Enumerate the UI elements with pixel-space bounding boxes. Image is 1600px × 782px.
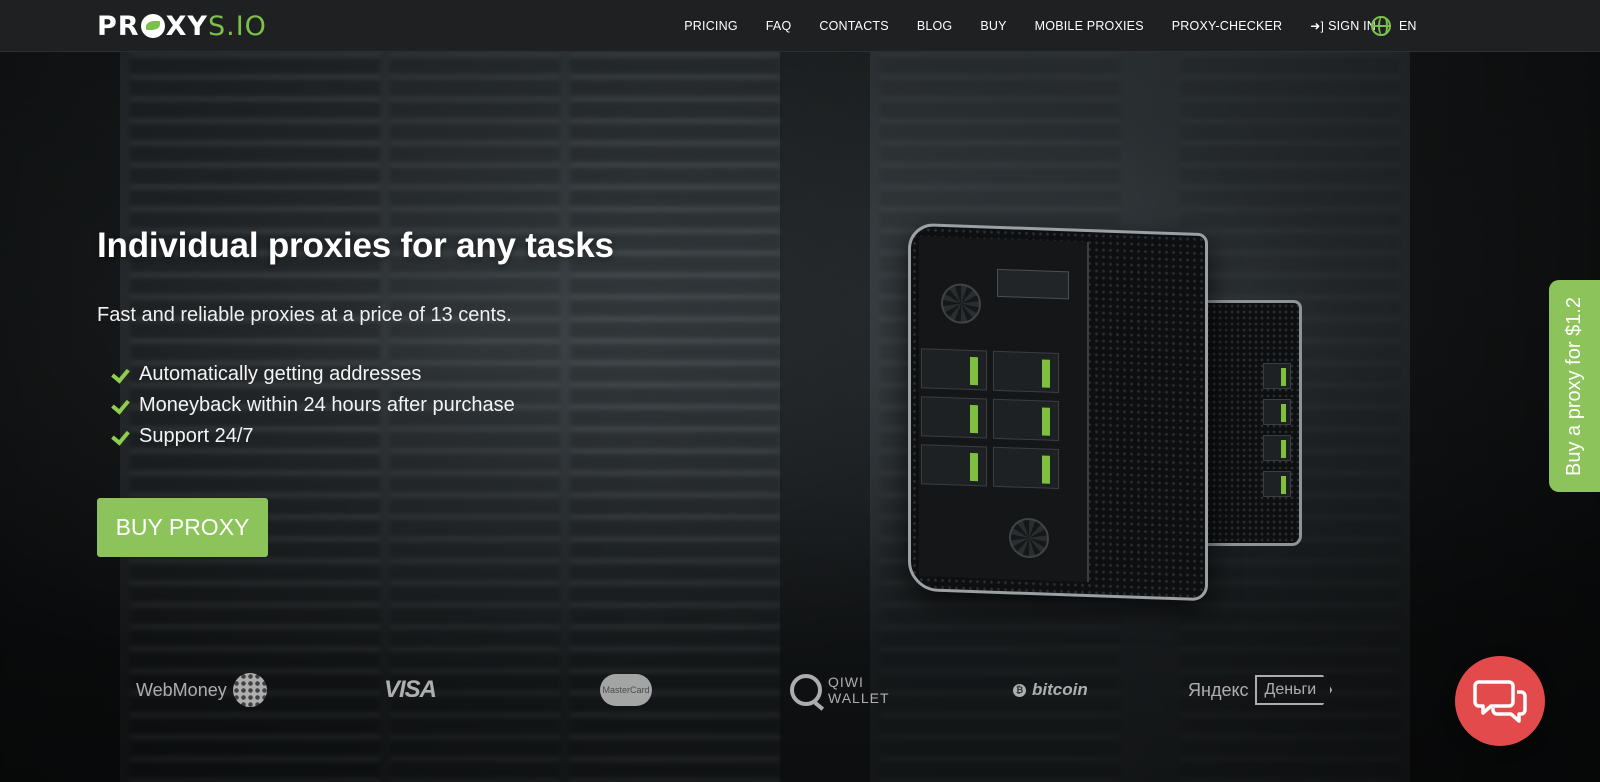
- buy-proxy-button[interactable]: BUY PROXY: [97, 498, 268, 557]
- drive-bay: [1263, 435, 1291, 461]
- buy-proxy-side-tab[interactable]: Buy a proxy for $1.2: [1549, 280, 1600, 492]
- sign-in-icon: ➜]: [1310, 19, 1325, 33]
- qiwi-icon: [790, 674, 822, 706]
- fan-icon: [941, 282, 981, 325]
- drive-bay: [921, 348, 987, 391]
- drive-bay: [1263, 471, 1291, 497]
- hero-content: Individual proxies for any tasks Fast an…: [97, 226, 614, 557]
- payment-methods: WebMoney VISA MasterCard QIWI WALLET ₿ b…: [0, 668, 1600, 718]
- nav-buy[interactable]: BUY: [966, 0, 1020, 52]
- drive-bay: [1263, 363, 1291, 389]
- hero-subline: Fast and reliable proxies at a price of …: [97, 304, 512, 326]
- payment-bitcoin: ₿ bitcoin: [1013, 668, 1088, 712]
- payment-visa: VISA: [384, 676, 437, 703]
- check-icon: [113, 394, 131, 412]
- drive-bay: [921, 396, 987, 439]
- check-icon: [113, 425, 131, 443]
- nav-faq[interactable]: FAQ: [752, 0, 806, 52]
- hero-headline: Individual proxies for any tasks: [97, 226, 614, 265]
- feature-item: Moneyback within 24 hours after purchase: [113, 390, 614, 421]
- drive-bay: [993, 398, 1059, 442]
- main-nav: PRICING FAQ CONTACTS BLOG BUY MOBILE PRO…: [670, 0, 1390, 52]
- payment-mastercard: MasterCard: [600, 668, 652, 712]
- mastercard-icon: MasterCard: [600, 674, 652, 706]
- globe-icon: [1371, 16, 1391, 36]
- drive-bay: [993, 446, 1059, 490]
- drive-bay: [993, 350, 1059, 394]
- payment-webmoney: WebMoney: [136, 668, 267, 712]
- site-logo[interactable]: PR XY S.IO: [97, 11, 267, 42]
- nav-contacts[interactable]: CONTACTS: [805, 0, 902, 52]
- top-header: PR XY S.IO PRICING FAQ CONTACTS BLOG BUY M…: [0, 0, 1600, 52]
- optical-drive: [997, 268, 1069, 300]
- chat-button[interactable]: [1455, 656, 1545, 746]
- payment-qiwi: QIWI WALLET: [790, 668, 890, 712]
- bitcoin-icon: ₿: [1013, 683, 1026, 697]
- nav-blog[interactable]: BLOG: [903, 0, 967, 52]
- language-label: EN: [1399, 19, 1417, 33]
- fan-icon: [1009, 517, 1049, 559]
- server-illustration: [900, 222, 1320, 604]
- check-icon: [113, 363, 131, 381]
- nav-pricing[interactable]: PRICING: [670, 0, 752, 52]
- feature-item: Automatically getting addresses: [113, 359, 614, 390]
- feature-item: Support 24/7: [113, 421, 614, 452]
- server-main-unit: [908, 222, 1208, 602]
- nav-mobile-proxies[interactable]: MOBILE PROXIES: [1021, 0, 1158, 52]
- payment-yandex-money: Яндекс Деньги: [1188, 668, 1333, 712]
- drive-bay: [921, 444, 987, 487]
- nav-proxy-checker[interactable]: PROXY-CHECKER: [1158, 0, 1297, 52]
- feature-list: Automatically getting addresses Moneybac…: [113, 359, 614, 452]
- leaf-o-icon: [140, 14, 165, 38]
- chat-bubbles-icon: [1473, 680, 1527, 723]
- webmoney-globe-icon: [232, 673, 267, 707]
- language-switcher[interactable]: EN: [1371, 13, 1416, 39]
- drive-bay: [1263, 399, 1291, 425]
